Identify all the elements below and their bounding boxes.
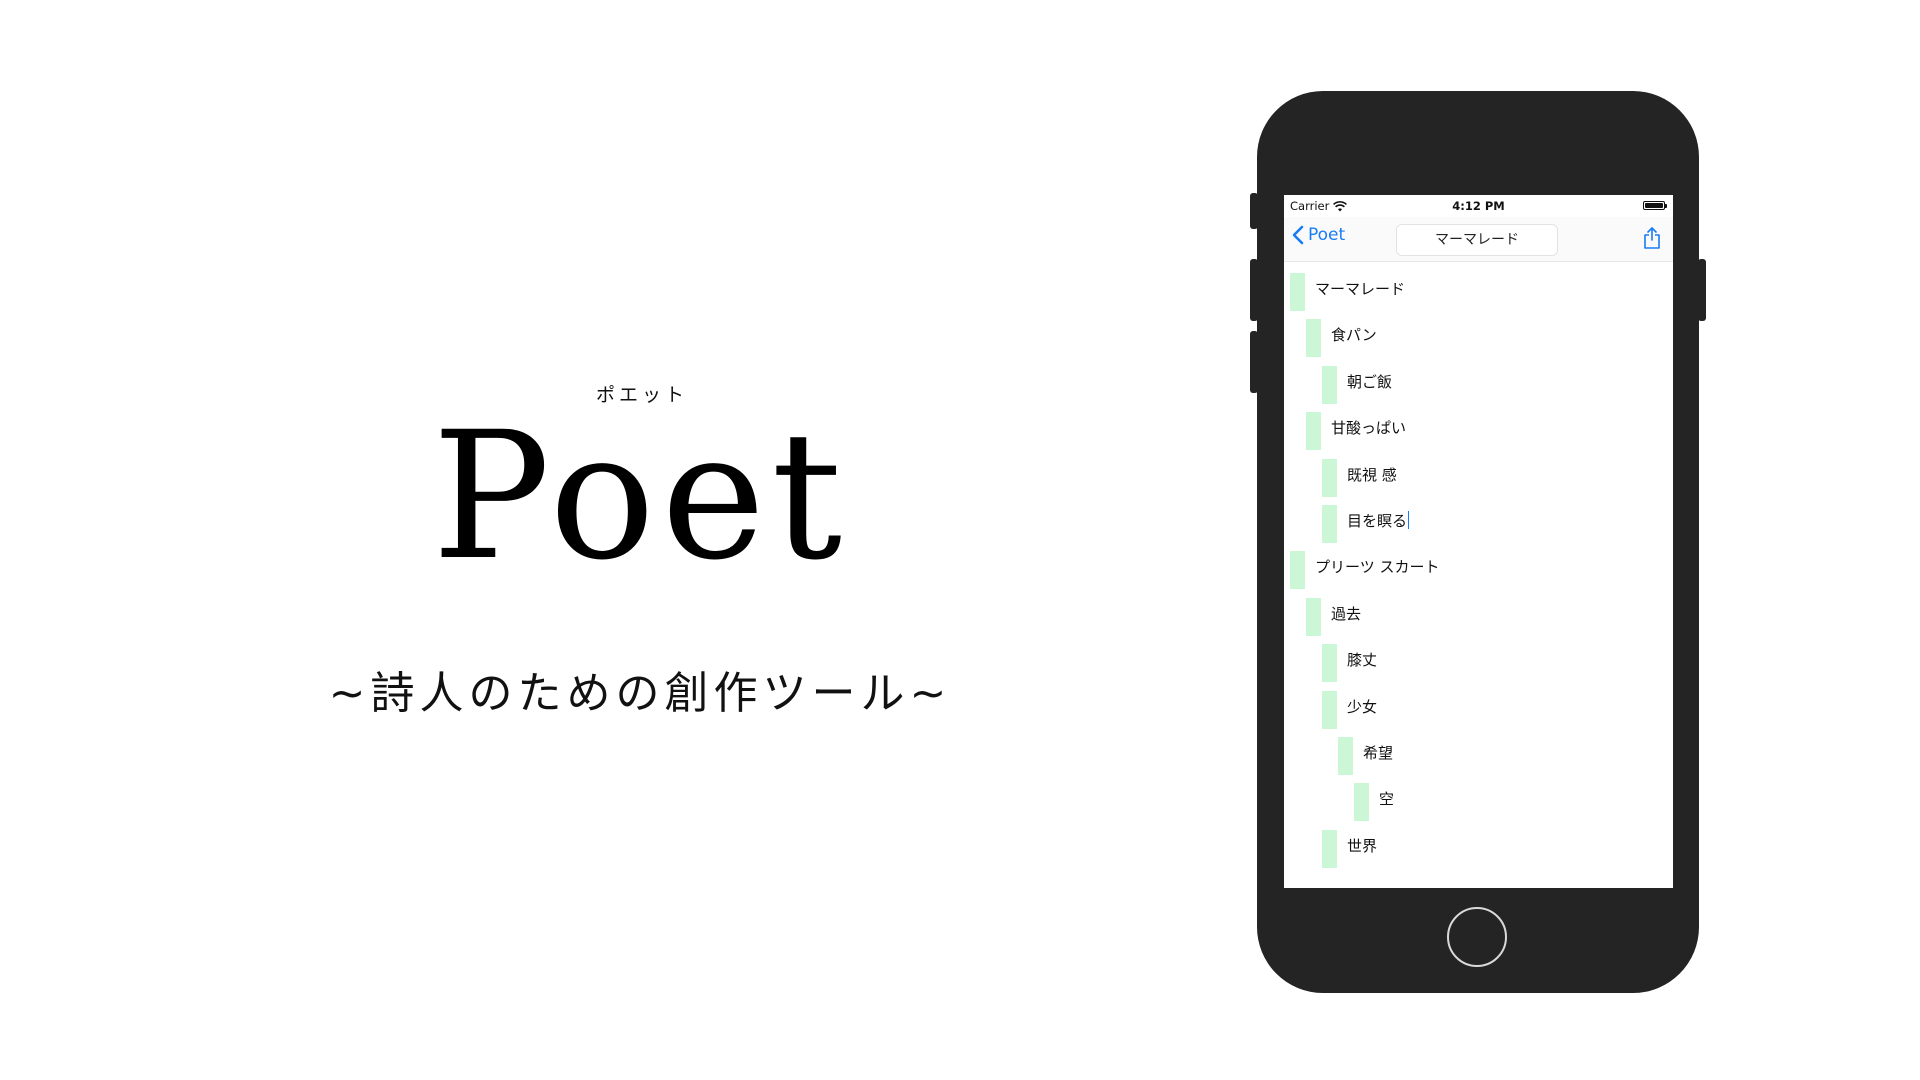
status-bar: Carrier 4:12 PM: [1284, 195, 1673, 217]
outline-item[interactable]: 朝ご飯: [1284, 359, 1673, 405]
indent-bar: [1306, 319, 1321, 358]
outline-item[interactable]: 空: [1284, 776, 1673, 822]
indent-bar: [1354, 783, 1369, 822]
indent-bar: [1322, 829, 1337, 868]
battery-icon: [1643, 201, 1667, 210]
navigation-bar: Poet マーマレード: [1284, 217, 1673, 262]
indent-bar: [1306, 597, 1321, 636]
indent-bar: [1290, 551, 1305, 590]
back-button-label: Poet: [1308, 225, 1346, 245]
volume-down-button: [1250, 331, 1258, 393]
phone-screen: Carrier 4:12 PM Poet マーマレード マーマレード 食パン 朝…: [1284, 195, 1673, 888]
title-input[interactable]: マーマレード: [1396, 224, 1558, 256]
status-time: 4:12 PM: [1452, 199, 1505, 213]
indent-bar: [1322, 690, 1337, 729]
mute-switch: [1250, 193, 1258, 229]
outline-item[interactable]: 目を瞑る: [1284, 498, 1673, 544]
outline-item-text[interactable]: マーマレード: [1315, 278, 1405, 299]
power-button: [1698, 259, 1706, 321]
outline-item-text[interactable]: プリーツ スカート: [1315, 556, 1439, 577]
outline-item-text[interactable]: 膝丈: [1347, 649, 1377, 670]
outline-item[interactable]: 希望: [1284, 730, 1673, 776]
share-icon[interactable]: [1643, 227, 1661, 249]
indent-bar: [1322, 644, 1337, 683]
outline-item-text[interactable]: 食パン: [1331, 324, 1377, 345]
indent-bar: [1290, 273, 1305, 311]
outline-item[interactable]: 既視 感: [1284, 452, 1673, 498]
indent-bar: [1322, 504, 1337, 543]
indent-bar: [1322, 365, 1337, 404]
volume-up-button: [1250, 259, 1258, 321]
indent-bar: [1306, 412, 1321, 451]
outline-item-text[interactable]: 既視 感: [1347, 464, 1397, 485]
indent-bar: [1322, 458, 1337, 497]
outline-item-text[interactable]: 世界: [1347, 835, 1377, 856]
indent-bar: [1338, 736, 1353, 775]
outline-item[interactable]: プリーツ スカート: [1284, 544, 1673, 590]
outline-item-text[interactable]: 少女: [1347, 696, 1377, 717]
outline-item[interactable]: 少女: [1284, 684, 1673, 730]
outline-item[interactable]: 世界: [1284, 823, 1673, 869]
outline-item-text[interactable]: 空: [1379, 788, 1394, 809]
outline-item[interactable]: 食パン: [1284, 312, 1673, 358]
outline-item-text[interactable]: 目を瞑る: [1347, 510, 1410, 531]
chevron-left-icon: [1292, 225, 1304, 245]
hero: ポエット Poet ~詩人のための創作ツール~: [300, 380, 980, 721]
outline-item[interactable]: 過去: [1284, 591, 1673, 637]
outline-item-text[interactable]: 過去: [1331, 603, 1361, 624]
phone-mockup: Carrier 4:12 PM Poet マーマレード マーマレード 食パン 朝…: [1250, 91, 1706, 993]
outline-item-text[interactable]: 甘酸っぱい: [1331, 417, 1406, 438]
outline-item-text[interactable]: 希望: [1363, 742, 1393, 763]
app-title: Poet: [431, 394, 849, 599]
outline-list: マーマレード食パン朝ご飯甘酸っぱい既視 感目を瞑るプリーツ スカート過去膝丈少女…: [1284, 262, 1673, 869]
outline-item[interactable]: 膝丈: [1284, 637, 1673, 683]
back-button[interactable]: Poet: [1292, 225, 1345, 245]
text-cursor: [1408, 510, 1410, 529]
outline-item-text[interactable]: 朝ご飯: [1347, 371, 1392, 392]
outline-item[interactable]: マーマレード: [1284, 266, 1673, 312]
home-button[interactable]: [1447, 907, 1507, 967]
outline-item[interactable]: 甘酸っぱい: [1284, 405, 1673, 451]
tagline: ~詩人のための創作ツール~: [328, 668, 952, 719]
